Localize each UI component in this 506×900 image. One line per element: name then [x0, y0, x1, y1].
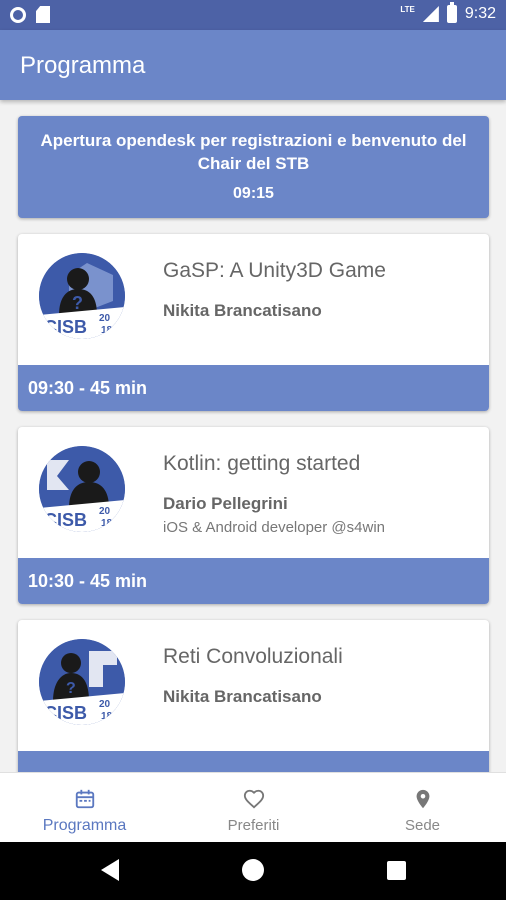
opening-time: 09:15: [233, 185, 274, 202]
bottom-navigation: Programma Preferiti Sede: [0, 772, 506, 842]
location-pin-icon: [416, 789, 429, 809]
svg-text:20: 20: [99, 699, 111, 710]
talk-time-footer: 10:30 - 45 min: [18, 558, 489, 604]
cisb-logo-icon: ? CISB 20 18: [39, 639, 125, 725]
recents-icon[interactable]: [387, 861, 406, 880]
svg-text:?: ?: [72, 293, 83, 313]
speaker-name: Nikita Brancatisano: [163, 301, 322, 320]
nav-item-programma[interactable]: Programma: [0, 773, 169, 843]
speaker-avatar: ? CISB 20 18: [39, 253, 125, 339]
signal-icon: [422, 6, 439, 22]
speaker-avatar: CISB 20 18: [39, 446, 125, 532]
page-title: Programma: [20, 52, 146, 79]
svg-text:CISB: CISB: [44, 317, 87, 337]
nav-item-sede[interactable]: Sede: [338, 773, 506, 843]
svg-text:20: 20: [99, 506, 111, 517]
talk-card[interactable]: CISB 20 18 Kotlin: getting started Dario…: [18, 427, 489, 604]
network-type-label: LTE: [400, 4, 415, 14]
heart-icon: [243, 789, 264, 809]
home-icon[interactable]: [242, 859, 264, 881]
nav-label: Programma: [42, 817, 127, 834]
svg-text:20: 20: [99, 313, 111, 324]
back-icon[interactable]: [101, 859, 119, 881]
nav-item-preferiti[interactable]: Preferiti: [169, 773, 338, 843]
status-bar: LTE 9:32: [0, 0, 506, 30]
schedule-list[interactable]: Apertura opendesk per registrazioni e be…: [0, 100, 506, 772]
system-navigation-bar: [0, 842, 506, 900]
talk-card[interactable]: ? CISB 20 18 Reti Convoluzionali Nikita …: [18, 620, 489, 772]
svg-text:18: 18: [101, 325, 113, 336]
talk-title: GaSP: A Unity3D Game: [163, 259, 386, 282]
svg-text:CISB: CISB: [44, 510, 87, 530]
calendar-icon: [75, 789, 94, 809]
status-time: 9:32: [464, 5, 496, 22]
nav-label: Sede: [404, 817, 441, 834]
notification-circle-icon: [10, 6, 26, 23]
speaker-name: Nikita Brancatisano: [163, 687, 322, 706]
speaker-name: Dario Pellegrini: [163, 494, 288, 513]
cisb-logo-icon: CISB 20 18: [39, 446, 125, 532]
battery-icon: [446, 2, 457, 23]
svg-text:18: 18: [101, 711, 113, 722]
sd-card-icon: [36, 6, 50, 23]
talk-card[interactable]: ? CISB 20 18 GaSP: A Unity3D Game Nikita…: [18, 234, 489, 411]
talk-time-footer: [18, 751, 489, 772]
talk-title: Reti Convoluzionali: [163, 645, 343, 668]
talk-time-footer: 09:30 - 45 min: [18, 365, 489, 411]
cisb-logo-icon: ? CISB 20 18: [39, 253, 125, 339]
opening-card[interactable]: Apertura opendesk per registrazioni e be…: [18, 116, 489, 218]
svg-text:CISB: CISB: [44, 703, 87, 723]
speaker-avatar: ? CISB 20 18: [39, 639, 125, 725]
app-bar: Programma: [0, 30, 506, 100]
talk-title: Kotlin: getting started: [163, 452, 361, 475]
speaker-role: iOS & Android developer @s4win: [163, 519, 386, 536]
svg-text:?: ?: [66, 680, 76, 697]
nav-label: Preferiti: [227, 817, 280, 834]
opening-title: Apertura opendesk per registrazioni e be…: [40, 131, 467, 173]
svg-text:18: 18: [101, 518, 113, 529]
